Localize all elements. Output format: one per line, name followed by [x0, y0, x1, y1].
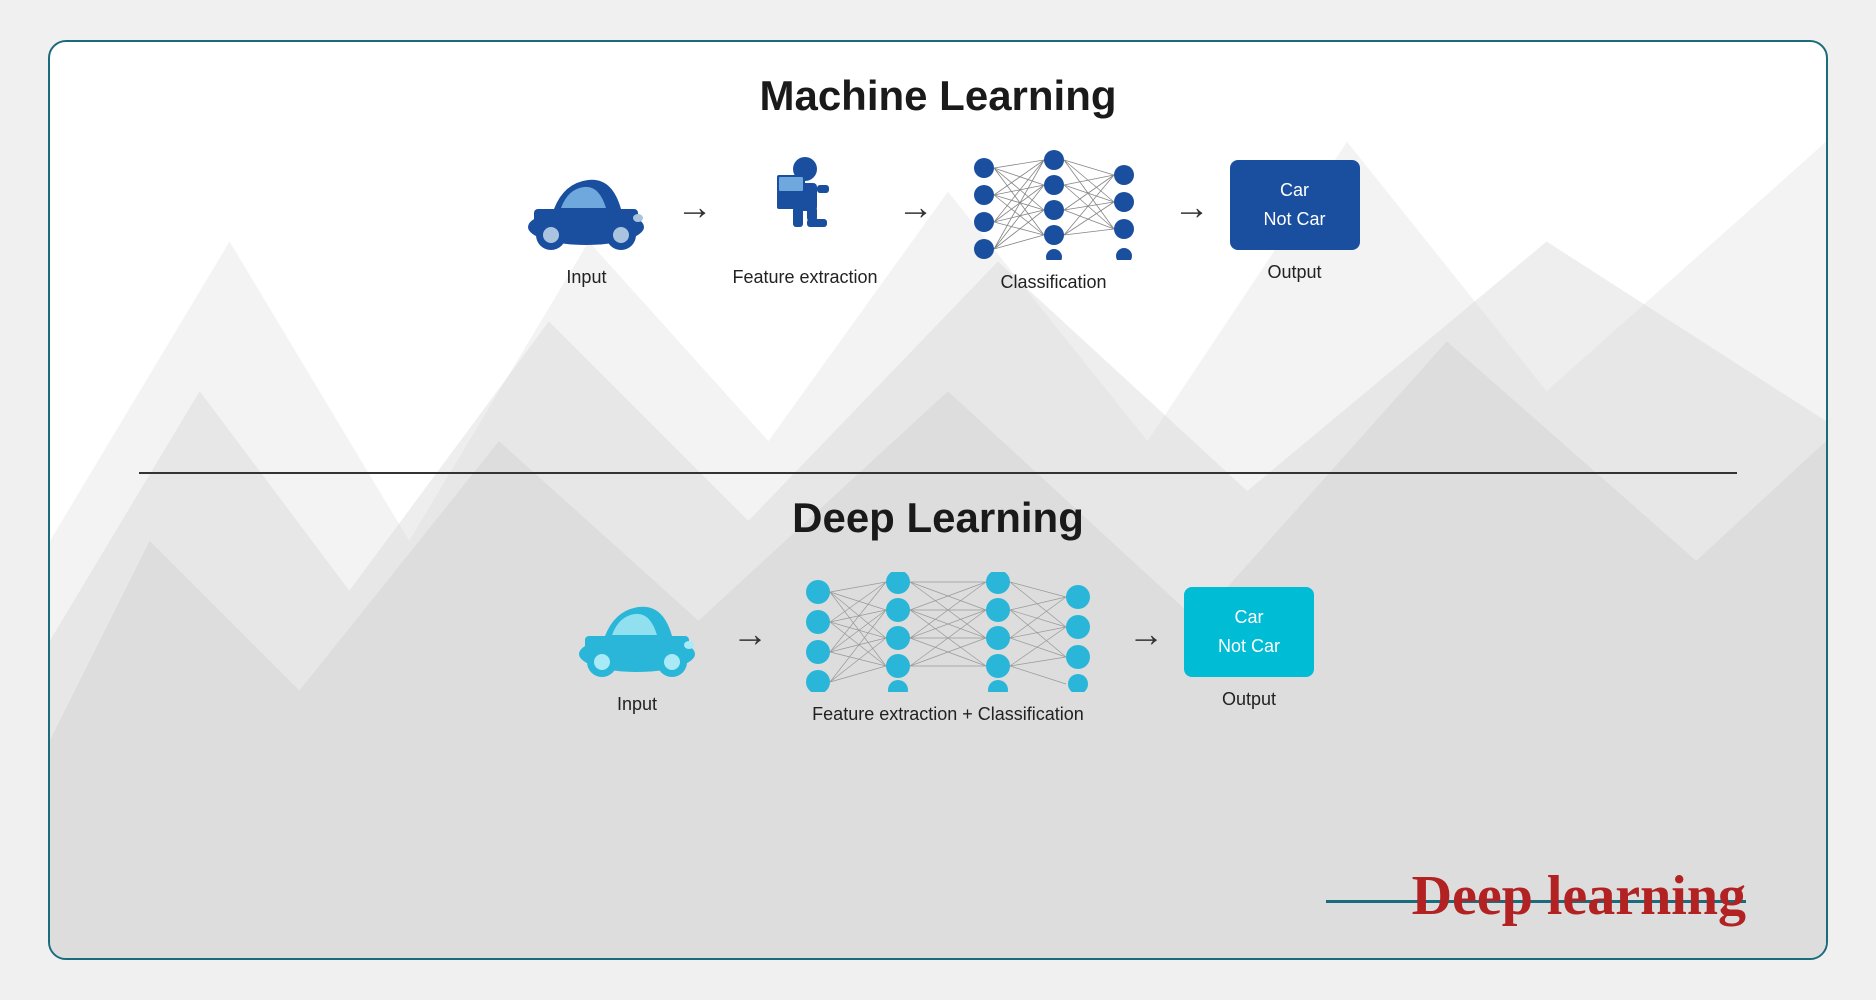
page-content: Machine Learning: [50, 42, 1826, 958]
main-container: Machine Learning: [48, 40, 1828, 960]
ml-classification-item: Classification: [954, 150, 1154, 293]
dl-nn-icon: [788, 572, 1108, 692]
ml-arrow-1: →: [676, 186, 712, 228]
ml-input-label: Input: [566, 267, 606, 288]
ml-input-item: Input: [516, 155, 656, 288]
dl-arrow-1: →: [732, 613, 768, 655]
bottom-label: Deep learning: [1412, 864, 1746, 928]
ml-title: Machine Learning: [130, 72, 1746, 120]
dl-output-item: Car Not Car Output: [1184, 587, 1314, 710]
dl-output-box: Car Not Car: [1184, 587, 1314, 677]
ml-output-box: Car Not Car: [1230, 160, 1360, 250]
ml-flow-row: Input →: [130, 150, 1746, 293]
dl-input-item: Input: [562, 582, 712, 715]
ml-section: Machine Learning: [50, 42, 1826, 472]
dl-output-car: Car: [1234, 603, 1263, 632]
dl-section: Deep Learning: [50, 474, 1826, 904]
ml-person-icon: [755, 155, 855, 255]
ml-output-not-car: Not Car: [1264, 205, 1326, 234]
ml-feature-item: Feature extraction: [732, 155, 877, 288]
ml-feature-label: Feature extraction: [732, 267, 877, 288]
dl-car-icon: [562, 582, 712, 682]
ml-nn-icon: [954, 150, 1154, 260]
dl-flow-row: Input →: [130, 572, 1746, 725]
dl-input-label: Input: [617, 694, 657, 715]
dl-output-not-car: Not Car: [1218, 632, 1280, 661]
dl-arrow-2: →: [1128, 613, 1164, 655]
ml-output-item: Car Not Car Output: [1230, 160, 1360, 283]
ml-arrow-2: →: [898, 186, 934, 228]
ml-car-icon: [516, 155, 656, 255]
dl-feature-class-item: Feature extraction + Classification: [788, 572, 1108, 725]
ml-output-car: Car: [1280, 176, 1309, 205]
dl-title: Deep Learning: [130, 494, 1746, 542]
dl-feature-class-label: Feature extraction + Classification: [812, 704, 1084, 725]
dl-output-label: Output: [1222, 689, 1276, 710]
ml-classification-label: Classification: [1001, 272, 1107, 293]
ml-output-label: Output: [1268, 262, 1322, 283]
ml-arrow-3: →: [1174, 186, 1210, 228]
